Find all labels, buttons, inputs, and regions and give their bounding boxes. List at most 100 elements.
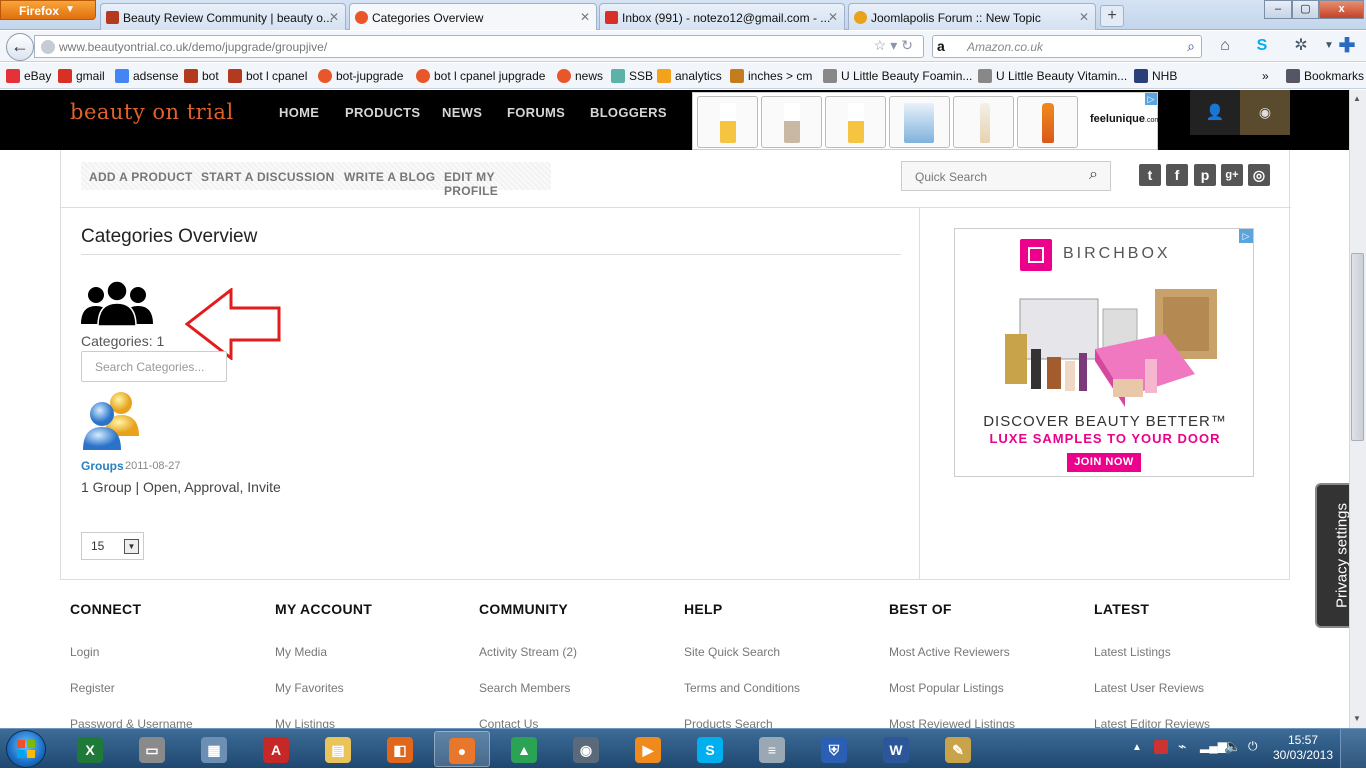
bookmark-gmail[interactable]: gmail [58, 69, 105, 83]
url-bar[interactable]: www.beautyontrial.co.uk/demo/jupgrade/gr… [34, 35, 924, 58]
addon-icon[interactable]: ✲ [1290, 35, 1312, 57]
taskbar-app-button[interactable]: ▤ [310, 731, 366, 767]
close-icon[interactable]: ✕ [580, 10, 590, 24]
footer-link-my-favorites[interactable]: My Favorites [275, 681, 344, 695]
edit-profile-link[interactable]: EDIT MY PROFILE [444, 170, 551, 198]
tab-categories-overview[interactable]: Categories Overview ✕ [349, 3, 597, 30]
search-categories-input[interactable]: Search Categories... [81, 351, 227, 382]
bookmark-bot[interactable]: bot [184, 69, 219, 83]
start-discussion-link[interactable]: START A DISCUSSION [201, 170, 335, 184]
home-icon[interactable]: ⌂ [1214, 35, 1236, 57]
show-desktop-button[interactable] [1340, 729, 1366, 768]
usb-icon[interactable]: ⌁ [1178, 738, 1186, 755]
nav-bloggers[interactable]: BLOGGERS [590, 105, 667, 120]
user-icon[interactable]: 👤 [1190, 90, 1240, 135]
nav-home[interactable]: HOME [279, 105, 319, 120]
bookmarks-menu-button[interactable]: Bookmarks [1286, 69, 1364, 83]
footer-link-most-active-reviewers[interactable]: Most Active Reviewers [889, 645, 1010, 659]
join-now-button[interactable]: JOIN NOW [1067, 453, 1141, 472]
minimize-button[interactable]: – [1264, 0, 1292, 19]
close-icon[interactable]: ✕ [329, 10, 339, 24]
bookmark-ulittle-foaming[interactable]: U Little Beauty Foamin... [823, 69, 972, 83]
taskbar-app-button[interactable]: ▲ [496, 731, 552, 767]
footer-link-latest-user-reviews[interactable]: Latest User Reviews [1094, 681, 1204, 695]
taskbar-app-button[interactable]: ● [434, 731, 490, 767]
scroll-up-icon[interactable]: ▲ [1353, 94, 1361, 103]
bookmark-star-icon[interactable]: ☆ [874, 37, 891, 53]
close-icon[interactable]: ✕ [828, 10, 838, 24]
bookmark-inches-cm[interactable]: inches > cm [730, 69, 812, 83]
tray-expand-icon[interactable]: ▲ [1132, 742, 1142, 753]
taskbar-app-button[interactable]: ◧ [372, 731, 428, 767]
quick-search-input[interactable]: Quick Search ⌕ [901, 161, 1111, 191]
nav-products[interactable]: PRODUCTS [345, 105, 420, 120]
footer-link-site-quick-search[interactable]: Site Quick Search [684, 645, 780, 659]
bookmark-adsense[interactable]: adsense [115, 69, 178, 83]
taskbar-app-button[interactable]: S [682, 731, 738, 767]
tab-beauty-review[interactable]: Beauty Review Community | beauty o... ✕ [100, 3, 346, 30]
taskbar-clock[interactable]: 15:57 30/03/2013 [1268, 733, 1338, 763]
bookmark-ulittle-vitamin[interactable]: U Little Beauty Vitamin... [978, 69, 1127, 83]
taskbar-app-button[interactable]: ◉ [558, 731, 614, 767]
footer-link-login[interactable]: Login [70, 645, 99, 659]
site-logo[interactable]: beauty on trial [70, 100, 234, 124]
rss-icon[interactable]: ◉ [1240, 90, 1290, 135]
nav-forums[interactable]: FORUMS [507, 105, 565, 120]
tray-app-icon[interactable] [1154, 740, 1168, 754]
back-button[interactable]: ← [6, 33, 34, 61]
taskbar-app-button[interactable]: W [868, 731, 924, 767]
reload-icon[interactable]: ↻ [901, 37, 917, 53]
bookmark-analytics[interactable]: analytics [657, 69, 722, 83]
feelunique-ad-banner[interactable]: feelunique.com ▷ [692, 92, 1160, 150]
twitter-icon[interactable]: t [1139, 164, 1161, 186]
pinterest-icon[interactable]: p [1194, 164, 1216, 186]
search-bar[interactable]: a Amazon.co.uk ⌕ [932, 35, 1202, 58]
addon-plus-icon[interactable]: ✚ [1336, 35, 1358, 57]
search-icon[interactable]: ⌕ [1187, 38, 1195, 55]
power-icon[interactable]: ⏻ [1248, 739, 1258, 754]
taskbar-app-button[interactable]: ⛨ [806, 731, 862, 767]
bookmark-bot-cpanel[interactable]: bot l cpanel [228, 69, 307, 83]
tab-gmail-inbox[interactable]: Inbox (991) - notezo12@gmail.com - ... ✕ [599, 3, 845, 30]
per-page-select[interactable]: 15 ▼ [81, 532, 144, 560]
footer-link-terms[interactable]: Terms and Conditions [684, 681, 800, 695]
tab-joomlapolis-forum[interactable]: Joomlapolis Forum :: New Topic ✕ [848, 3, 1096, 30]
scrollbar-thumb[interactable] [1351, 253, 1364, 441]
history-dropdown-icon[interactable]: ▾ [890, 37, 901, 53]
taskbar-app-button[interactable]: ▭ [124, 731, 180, 767]
footer-link-search-members[interactable]: Search Members [479, 681, 570, 695]
close-window-button[interactable]: x [1319, 0, 1364, 19]
googleplus-icon[interactable]: g+ [1221, 164, 1243, 186]
chevron-down-icon[interactable]: ▼ [124, 539, 139, 554]
skype-icon[interactable]: S [1251, 35, 1273, 57]
facebook-icon[interactable]: f [1166, 164, 1188, 186]
firefox-menu-button[interactable]: Firefox ▼ [0, 0, 96, 20]
footer-link-register[interactable]: Register [70, 681, 115, 695]
volume-icon[interactable]: 🔈 [1224, 738, 1241, 755]
nav-news[interactable]: NEWS [442, 105, 482, 120]
taskbar-app-button[interactable]: ≡ [744, 731, 800, 767]
birchbox-ad[interactable]: ▷ BIRCHBOX DISCOVER BEAUTY BETTER™ LUXE … [954, 228, 1254, 477]
maximize-button[interactable]: ▢ [1292, 0, 1319, 19]
add-product-link[interactable]: ADD A PRODUCT [89, 170, 193, 184]
write-blog-link[interactable]: WRITE A BLOG [344, 170, 435, 184]
footer-link-activity-stream[interactable]: Activity Stream (2) [479, 645, 577, 659]
instagram-icon[interactable]: ◎ [1248, 164, 1270, 186]
bookmark-bot-cpanel-jupgrade[interactable]: bot l cpanel jupgrade [416, 69, 545, 83]
adchoices-icon[interactable]: ▷ [1239, 229, 1253, 243]
windows-start-button[interactable] [6, 730, 46, 768]
taskbar-app-button[interactable]: A [248, 731, 304, 767]
group-avatar-icon[interactable] [81, 390, 143, 452]
taskbar-app-button[interactable]: ✎ [930, 731, 986, 767]
footer-link-most-popular-listings[interactable]: Most Popular Listings [889, 681, 1004, 695]
new-tab-button[interactable]: + [1100, 5, 1124, 27]
taskbar-app-button[interactable]: ▶ [620, 731, 676, 767]
group-name-link[interactable]: Groups [81, 459, 124, 473]
search-icon[interactable]: ⌕ [1089, 166, 1098, 184]
footer-link-my-media[interactable]: My Media [275, 645, 327, 659]
taskbar-app-button[interactable]: X [62, 731, 118, 767]
bookmark-news[interactable]: news [557, 69, 603, 83]
scroll-down-icon[interactable]: ▼ [1353, 714, 1361, 723]
bookmark-bot-jupgrade[interactable]: bot-jupgrade [318, 69, 403, 83]
network-signal-icon[interactable]: ▂▄▆ [1200, 739, 1227, 753]
